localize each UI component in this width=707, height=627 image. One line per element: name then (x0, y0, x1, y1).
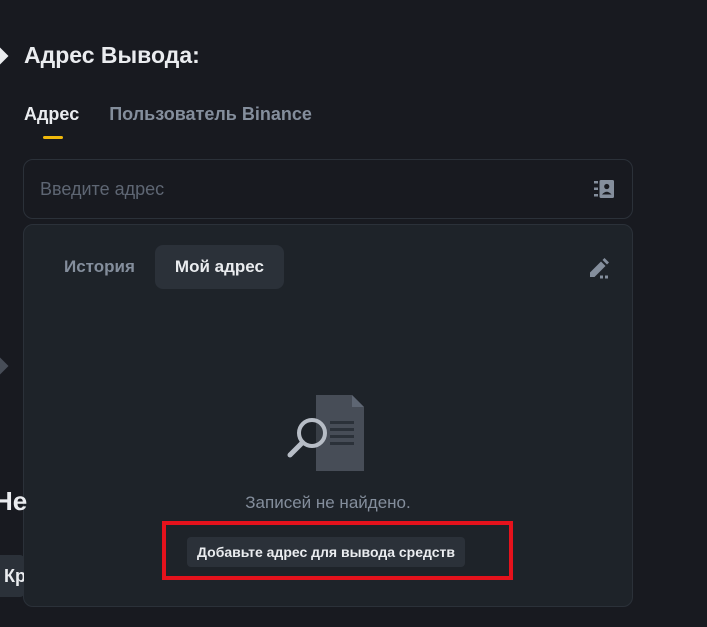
section-title: Адрес Вывода: (24, 42, 200, 68)
tab-history[interactable]: История (44, 245, 155, 289)
tab-binance-user[interactable]: Пользователь Binance (109, 104, 312, 125)
address-type-tabs: Адрес Пользователь Binance (24, 104, 312, 139)
cut-off-heading: Не (0, 486, 28, 516)
tab-address[interactable]: Адрес (24, 104, 79, 139)
cut-off-chip[interactable]: Кр (0, 555, 24, 597)
address-input[interactable] (40, 160, 580, 218)
tab-my-address[interactable]: Мой адрес (154, 245, 284, 289)
add-withdrawal-address-button[interactable]: Добавьте адрес для вывода средств (187, 537, 465, 567)
address-dropdown: История Мой адрес Записей не найдено. До… (23, 224, 633, 607)
step-marker-icon (0, 47, 9, 65)
address-book-icon[interactable] (594, 180, 614, 198)
document-search-icon (287, 395, 364, 471)
address-list-tabs: История Мой адрес (44, 245, 284, 289)
step-marker-icon (0, 357, 9, 375)
address-input-container (23, 159, 633, 219)
empty-state-message: Записей не найдено. (245, 493, 411, 512)
edit-icon[interactable] (588, 257, 610, 279)
